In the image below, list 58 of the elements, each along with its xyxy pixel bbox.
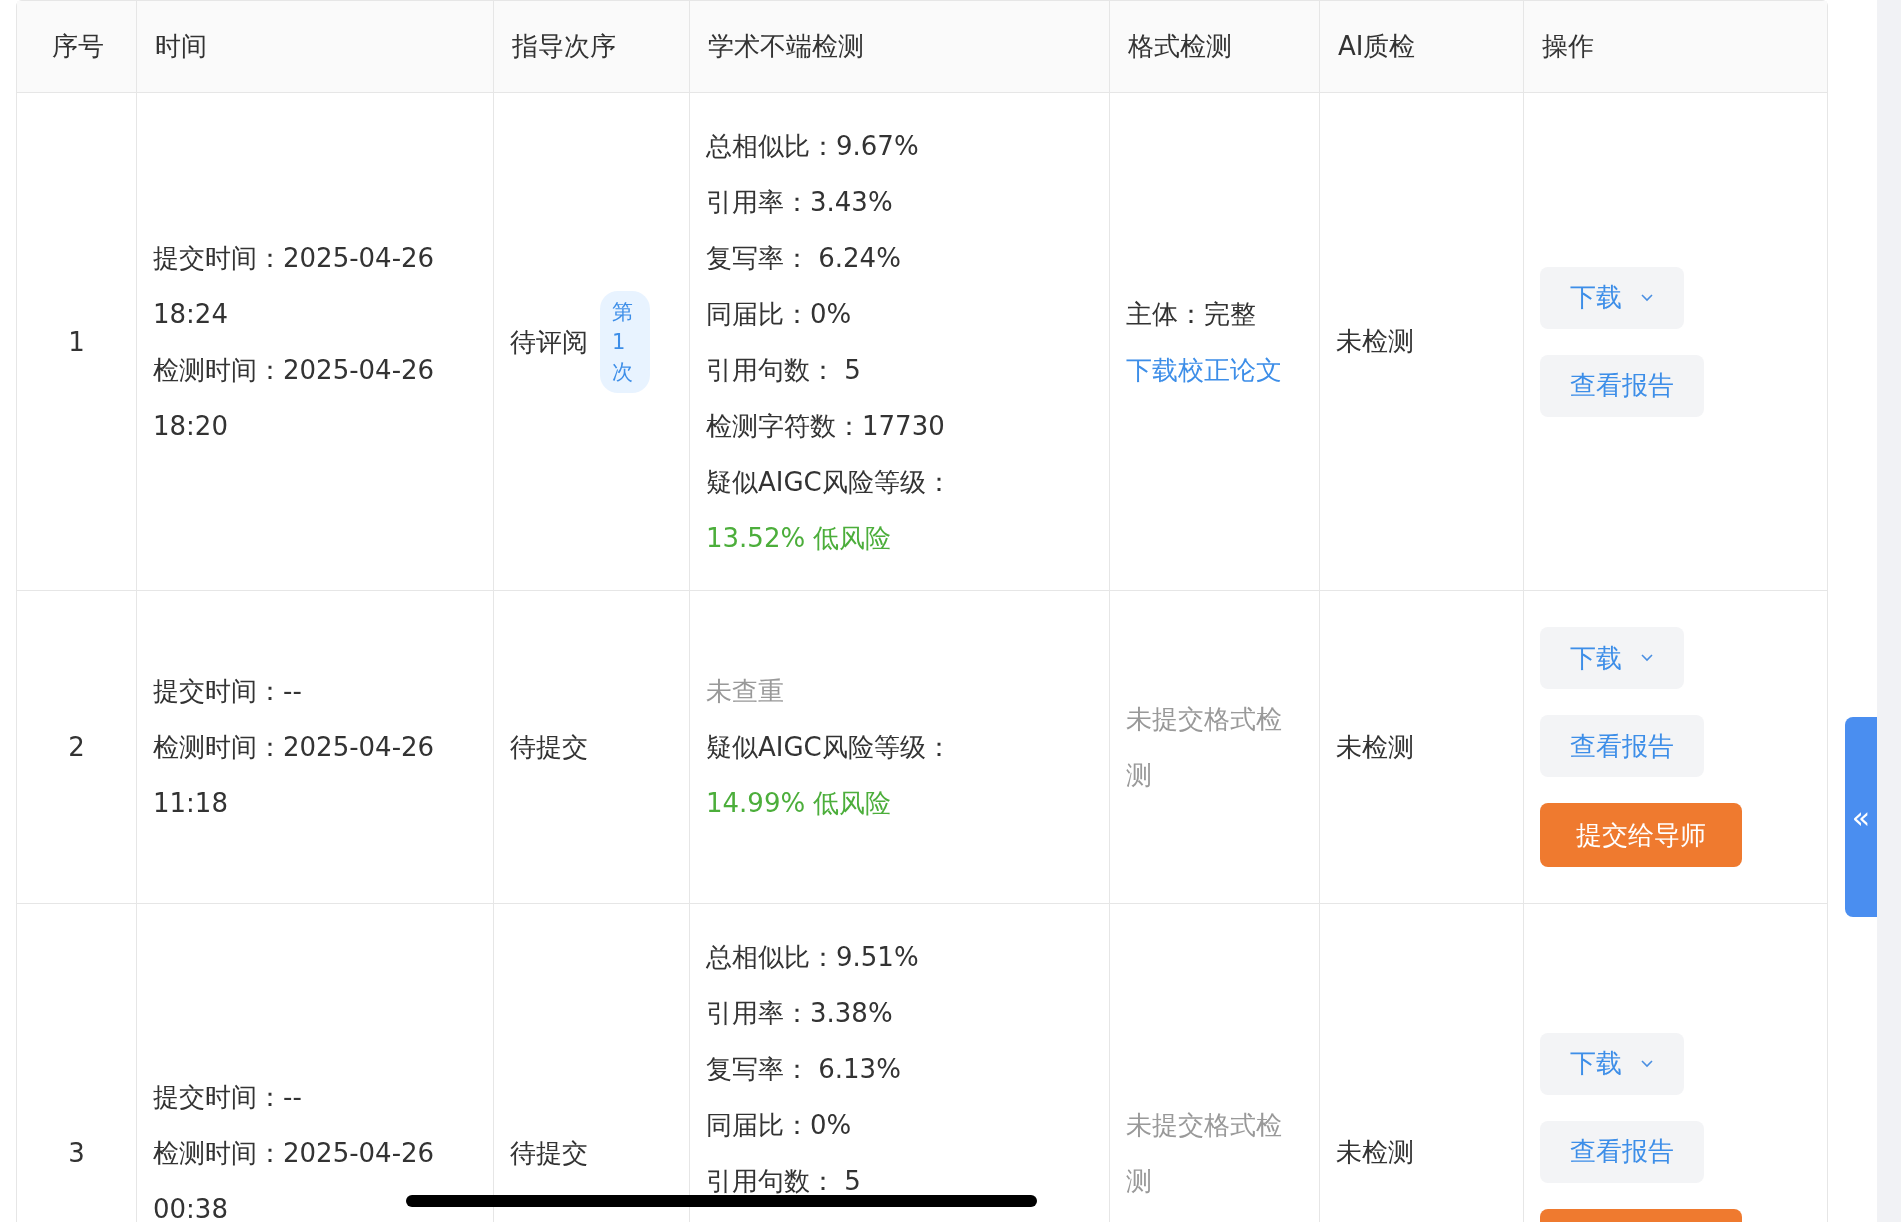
time-text: 18:20 (153, 409, 229, 443)
column-header: 序号 (51, 30, 104, 63)
result-text: 复写率： 6.13% (706, 1053, 902, 1086)
result-text: 总相似比：9.67% (706, 129, 920, 163)
time-text: 提交时间：-- (153, 675, 303, 708)
result-text: 引用率：3.43% (706, 185, 894, 219)
result-text: 引用句数： 5 (706, 1165, 862, 1198)
column-header: AI质检 (1338, 30, 1416, 63)
result-text: 疑似AIGC风险等级： (706, 465, 952, 499)
result-text: 疑似AIGC风险等级： (706, 731, 952, 764)
ai-check-text: 未检测 (1336, 325, 1414, 358)
time-text: 提交时间：-- (153, 1080, 303, 1114)
submit-button[interactable]: 提交给导师 (1540, 803, 1742, 867)
time-text: 11:18 (153, 787, 229, 820)
row-number: 1 (68, 326, 85, 357)
column-header: 时间 (155, 30, 207, 63)
result-text: 同届比：0% (706, 297, 853, 331)
round-tag: 第1次 (600, 290, 650, 393)
time-text: 检测时间：2025-04-26 (153, 731, 435, 764)
status-text: 未提交格式检测 (1126, 1108, 1283, 1198)
column-header: 指导次序 (512, 30, 616, 63)
download-link[interactable]: 下载校正论文 (1126, 341, 1282, 398)
ai-check-text: 未检测 (1336, 1136, 1414, 1169)
column-header: 操作 (1542, 30, 1594, 63)
time-text: 18:24 (153, 297, 229, 331)
view-report-button[interactable]: 查看报告 (1540, 354, 1704, 417)
risk-text: 14.99% 低风险 (706, 787, 893, 820)
result-text: 主体：完整 (1126, 297, 1257, 331)
column-header: 学术不端检测 (708, 30, 864, 63)
download-button[interactable]: 下载 (1540, 627, 1684, 689)
result-text: 引用率：3.38% (706, 997, 894, 1030)
time-text: 检测时间：2025-04-26 (153, 353, 435, 387)
status-text: 待提交 (510, 1136, 588, 1170)
risk-text: 13.52% 低风险 (706, 521, 893, 555)
row-number: 2 (68, 732, 85, 762)
column-header: 格式检测 (1128, 30, 1232, 63)
result-text: 复写率： 6.24% (706, 241, 902, 275)
time-text: 提交时间：2025-04-26 (153, 241, 435, 275)
result-text: 同届比：0% (706, 1109, 853, 1142)
result-text: 检测字符数：17730 (706, 409, 946, 443)
row-number: 3 (68, 1137, 85, 1168)
status-text: 待评阅 (510, 325, 588, 359)
result-text: 引用句数： 5 (706, 353, 862, 387)
time-text: 00:38 (153, 1192, 229, 1222)
status-text: 未查重 (706, 675, 785, 708)
caret-icon (1640, 1058, 1654, 1069)
status-text: 未提交格式检测 (1126, 703, 1283, 792)
ai-check-text: 未检测 (1336, 730, 1414, 764)
download-button[interactable]: 下载 (1540, 1032, 1684, 1095)
caret-icon (1640, 292, 1654, 303)
download-button[interactable]: 下载 (1540, 266, 1684, 329)
view-report-button[interactable]: 查看报告 (1540, 1120, 1704, 1183)
caret-icon (1640, 653, 1654, 663)
status-text: 待提交 (510, 731, 588, 764)
result-text: 总相似比：9.51% (706, 941, 919, 974)
time-text: 检测时间：2025-04-26 (153, 1136, 435, 1170)
collapse-tab[interactable]: « (1845, 717, 1877, 917)
view-report-button[interactable]: 查看报告 (1540, 715, 1704, 777)
